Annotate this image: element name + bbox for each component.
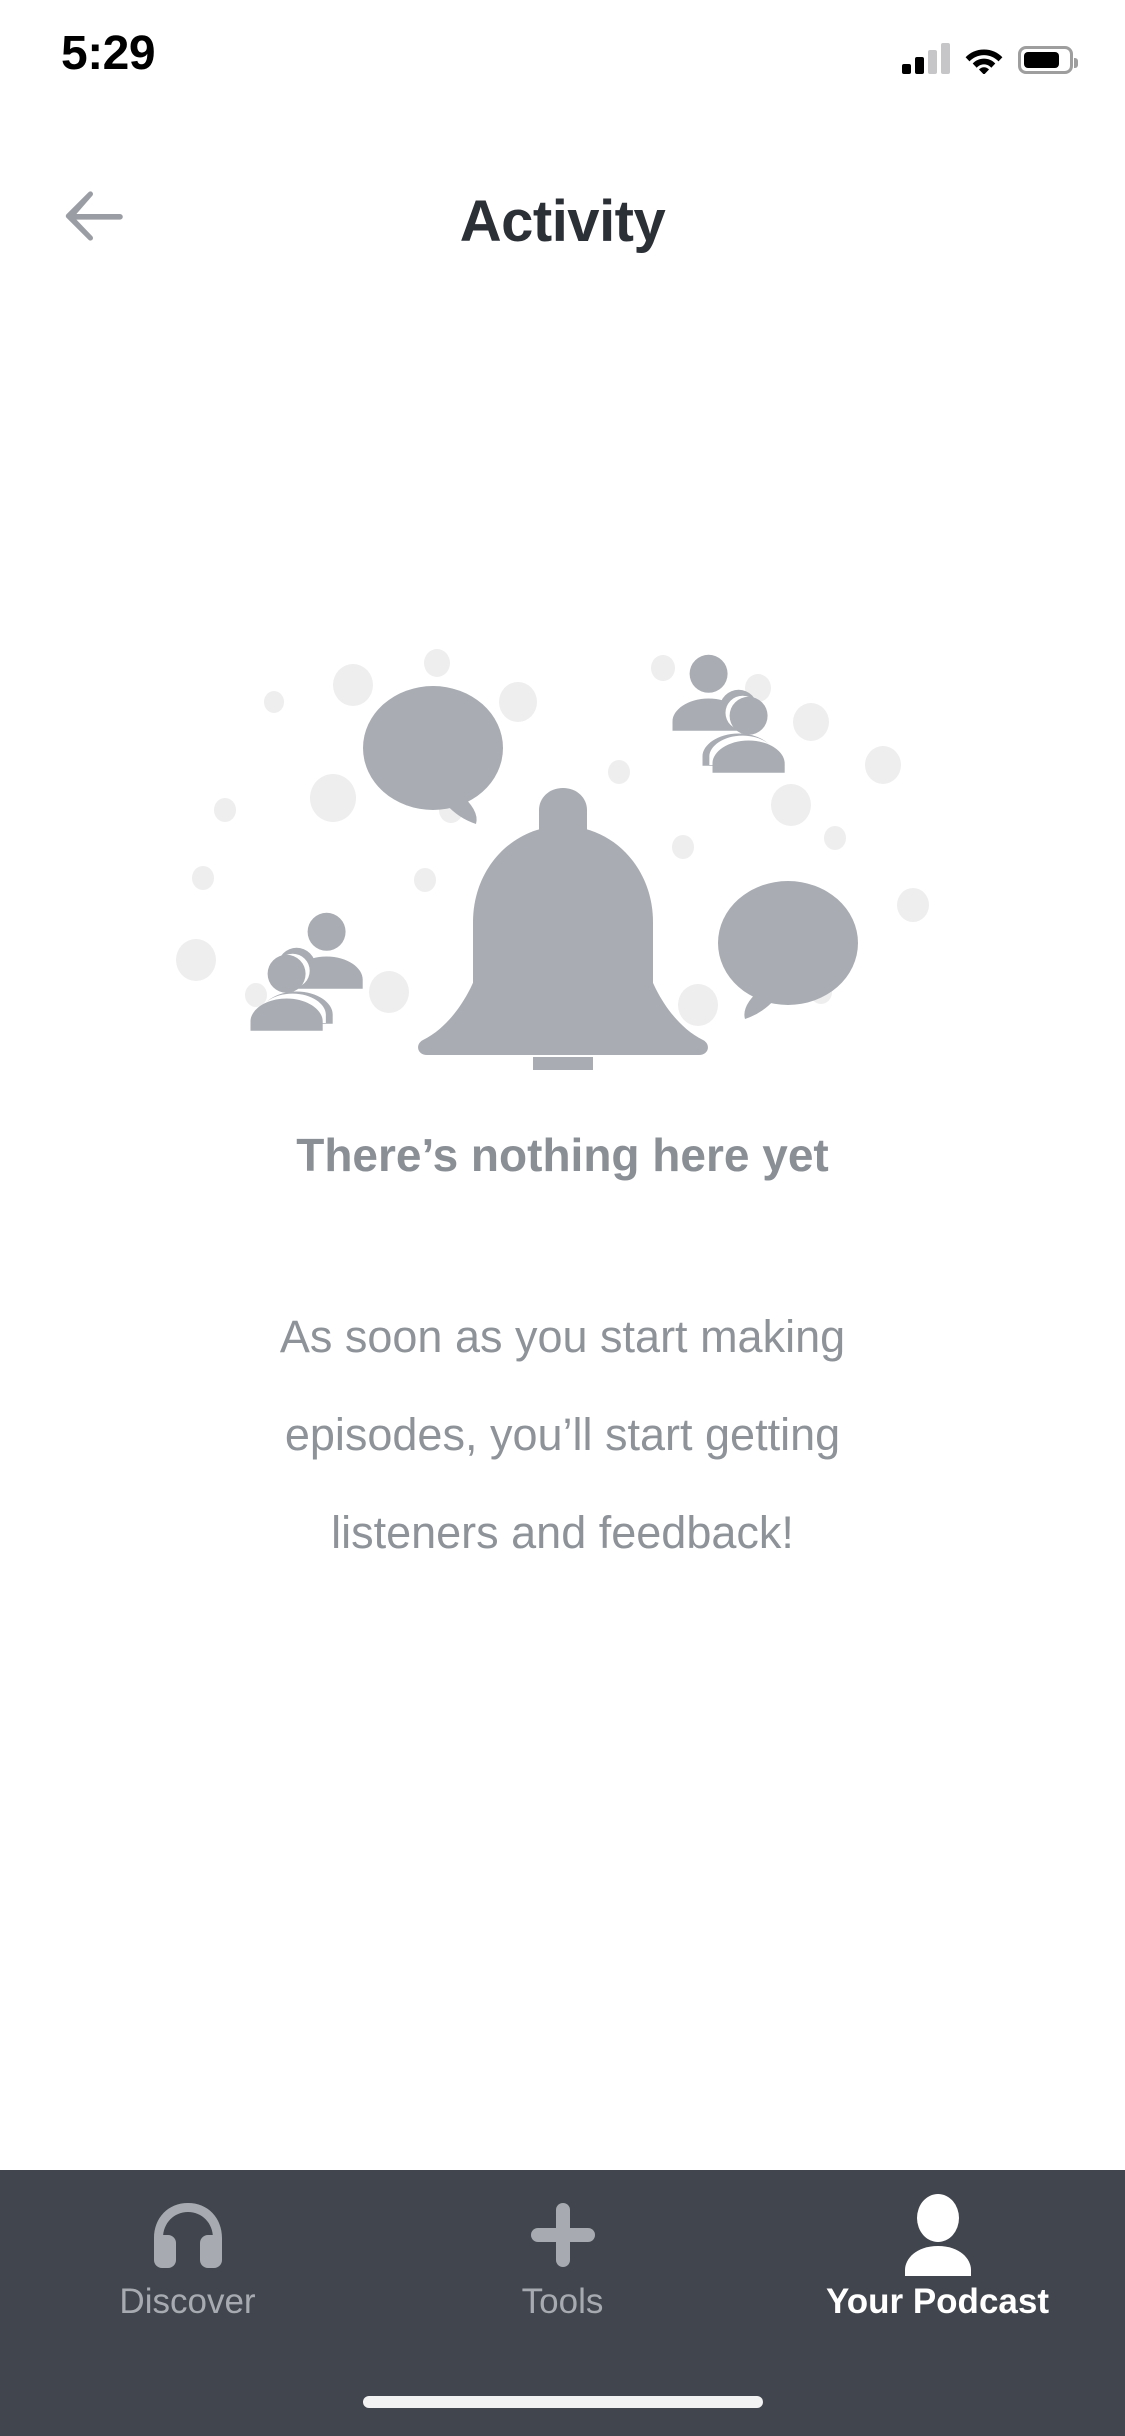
cellular-signal-icon: [902, 43, 950, 74]
battery-icon: [1018, 46, 1078, 74]
tab-label: Your Podcast: [825, 2282, 1049, 2321]
speech-bubble-icon-right: [717, 881, 858, 1019]
tab-your-podcast[interactable]: Your Podcast: [750, 2192, 1125, 2342]
app-screen: 5:29 Activity There’s nothing here yet A…: [0, 0, 1125, 2436]
people-group-icon-left: [250, 912, 363, 1031]
tab-tools[interactable]: Tools: [375, 2192, 750, 2342]
status-bar-time: 5:29: [61, 27, 156, 80]
status-bar-indicators: [902, 30, 1078, 75]
empty-state-body-line: listeners and feedback!: [331, 1507, 794, 1558]
bell-icon: [417, 788, 708, 1070]
tab-label: Discover: [119, 2282, 256, 2321]
empty-state-body-line: As soon as you start making: [279, 1311, 846, 1362]
empty-state-title: There’s nothing here yet: [296, 1129, 829, 1181]
empty-state-body: As soon as you start making episodes, yo…: [133, 1288, 993, 1582]
navigation-bar: Activity: [0, 160, 1125, 270]
status-bar: 5:29: [0, 0, 1125, 132]
person-icon: [900, 2192, 976, 2278]
tab-discover[interactable]: Discover: [0, 2192, 375, 2342]
wifi-icon: [964, 44, 1004, 75]
home-indicator[interactable]: [362, 2396, 763, 2408]
speech-bubble-icon-left: [362, 686, 503, 824]
headphones-icon: [146, 2192, 230, 2278]
empty-state-body-line: episodes, you’ll start getting: [284, 1409, 841, 1460]
tab-label: Tools: [521, 2282, 604, 2321]
bottom-tab-bar: Discover Tools Your Podcast: [0, 2170, 1125, 2436]
page-title: Activity: [459, 189, 666, 254]
bell-notification-illustration: [163, 640, 963, 1070]
people-group-icon-right: [672, 654, 785, 773]
plus-icon: [525, 2192, 601, 2278]
